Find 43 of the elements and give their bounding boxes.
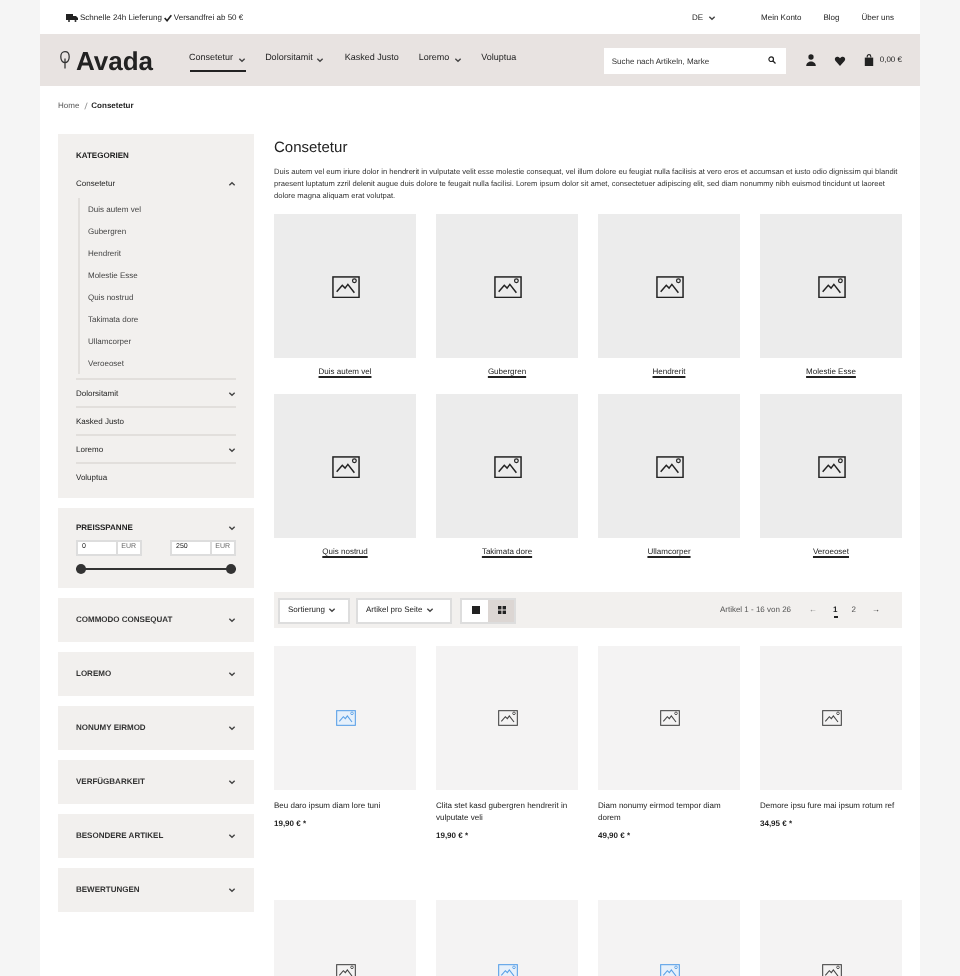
- price-slider[interactable]: [76, 564, 236, 574]
- search-icon: [768, 56, 777, 64]
- slider-handle[interactable]: [226, 564, 236, 574]
- view-toggle[interactable]: [462, 599, 488, 622]
- slider-handle[interactable]: [76, 564, 86, 574]
- search-button[interactable]: [759, 47, 786, 73]
- chevron-icon: [228, 524, 236, 532]
- product-image[interactable]: [598, 646, 740, 791]
- account-button[interactable]: [805, 54, 816, 66]
- caret-icon: [426, 606, 435, 615]
- image-icon: [655, 455, 683, 478]
- image-icon: [817, 275, 845, 298]
- tree-icon: [58, 50, 72, 70]
- category-tile[interactable]: [760, 214, 902, 359]
- category-tile[interactable]: [760, 394, 902, 539]
- category-tile[interactable]: [274, 394, 416, 539]
- caret-icon: [707, 13, 716, 21]
- separator-icon: [83, 101, 88, 109]
- category-tile[interactable]: [436, 214, 578, 359]
- category-tile[interactable]: [598, 394, 740, 539]
- category-tile[interactable]: [274, 214, 416, 359]
- truck-icon: [66, 13, 78, 21]
- view-toggle[interactable]: [488, 599, 514, 622]
- image-icon: [817, 455, 845, 478]
- category-tile[interactable]: [598, 214, 740, 359]
- image-icon: [493, 455, 521, 478]
- image-icon: [493, 275, 521, 298]
- caret-icon: [328, 606, 337, 615]
- bag-icon: [863, 54, 874, 66]
- check-icon: [163, 13, 172, 21]
- logo-text[interactable]: Avada: [76, 47, 154, 73]
- image-icon: [331, 275, 359, 298]
- product-image[interactable]: [274, 646, 416, 791]
- product-image[interactable]: [760, 646, 902, 791]
- image-icon: [655, 275, 683, 298]
- grid-view-icon: [497, 606, 505, 615]
- user-icon: [805, 54, 816, 66]
- wishlist-button[interactable]: [833, 55, 846, 65]
- heart-icon: [833, 55, 846, 65]
- category-tile[interactable]: [436, 394, 578, 539]
- product-image[interactable]: [436, 646, 578, 791]
- list-view-icon: [471, 606, 479, 615]
- image-icon: [331, 455, 359, 478]
